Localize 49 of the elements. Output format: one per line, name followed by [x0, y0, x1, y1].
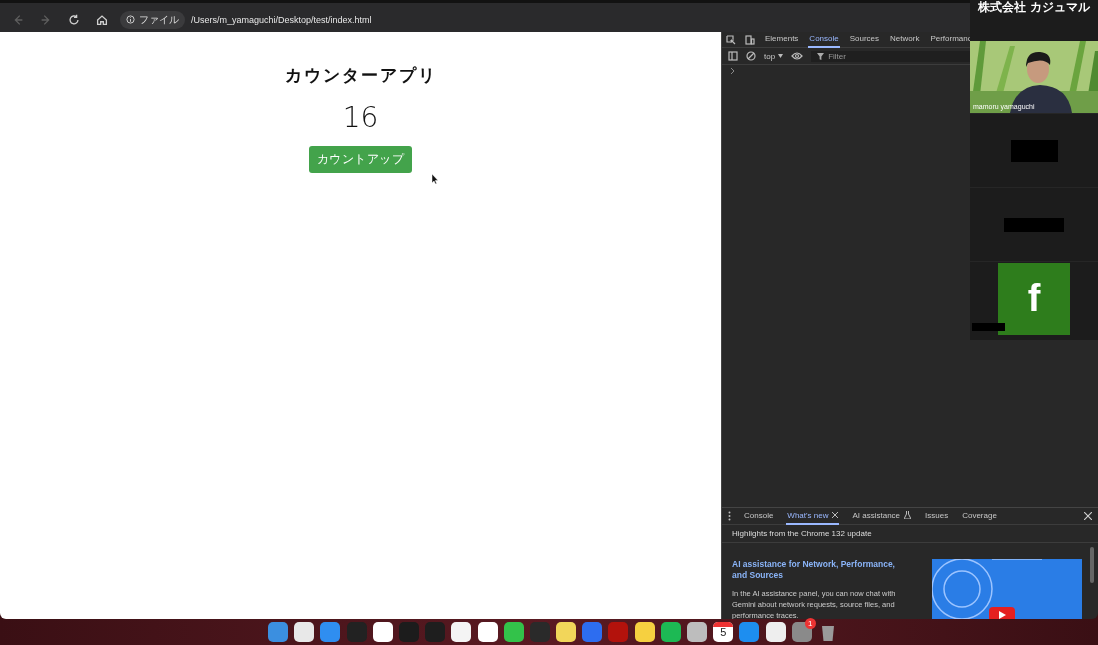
inspect-icon[interactable]: [726, 34, 736, 45]
article-heading: AI assistance for Network, Performance, and Sources: [732, 559, 896, 582]
prompt-chevron-icon: [730, 68, 736, 74]
app-icon[interactable]: [634, 622, 655, 642]
app-icon[interactable]: [451, 622, 472, 642]
drawer-tab[interactable]: Coverage: [961, 507, 998, 525]
calendar-icon[interactable]: 5: [713, 622, 734, 642]
site-info-chip[interactable]: ファイル: [120, 10, 185, 29]
devtools-tab[interactable]: Network: [889, 31, 921, 48]
devtools-tab[interactable]: Console: [808, 31, 840, 48]
update-banner: Highlights from the Chrome 132 update: [722, 525, 1098, 543]
close-icon[interactable]: [1084, 512, 1092, 520]
mouse-pointer-icon: [432, 174, 439, 184]
app-icon[interactable]: [477, 622, 498, 642]
app-icon[interactable]: [294, 622, 315, 642]
context-selector[interactable]: top: [764, 51, 784, 61]
app-icon[interactable]: [687, 622, 708, 642]
page-title: カウンターアプリ: [284, 65, 437, 87]
drawer-tab[interactable]: Issues: [924, 507, 950, 525]
redaction-block: [1004, 217, 1064, 232]
close-icon[interactable]: [832, 512, 839, 518]
scheme-label: ファイル: [139, 12, 179, 27]
filter-icon: [817, 52, 825, 60]
flask-icon: [904, 511, 912, 519]
clear-icon[interactable]: [746, 51, 756, 61]
info-icon: [126, 15, 135, 24]
device-toolbar-icon[interactable]: [745, 34, 755, 45]
url-text[interactable]: /Users/m_yamaguchi/Desktop/test/index.html: [191, 14, 372, 25]
counter-value: 16: [342, 101, 379, 134]
notification-badge: 1: [804, 618, 816, 629]
more-menu-icon[interactable]: [728, 511, 731, 521]
devtools-tab[interactable]: Performanc: [929, 31, 973, 48]
reload-button[interactable]: [67, 12, 81, 27]
sidebar-icon[interactable]: [728, 51, 738, 61]
participant-avatar: f: [998, 262, 1070, 335]
drawer-tab[interactable]: Console: [743, 507, 775, 525]
app-icon[interactable]: [556, 622, 577, 642]
redaction-block: [1010, 139, 1058, 162]
caret-icon: [778, 54, 784, 58]
devtools-tab[interactable]: Sources: [848, 31, 881, 48]
redaction-block: [972, 323, 1005, 331]
organization-name: 株式会社 カジュマル: [977, 0, 1091, 15]
app-icon[interactable]: [765, 622, 786, 642]
app-icon[interactable]: [372, 622, 393, 642]
devtools-tab[interactable]: Elements: [764, 31, 800, 48]
drawer-tab[interactable]: AI assistance: [851, 507, 913, 525]
app-icon[interactable]: [503, 622, 524, 642]
drawer-tab[interactable]: What's new: [786, 507, 840, 525]
eye-icon[interactable]: [791, 51, 804, 61]
